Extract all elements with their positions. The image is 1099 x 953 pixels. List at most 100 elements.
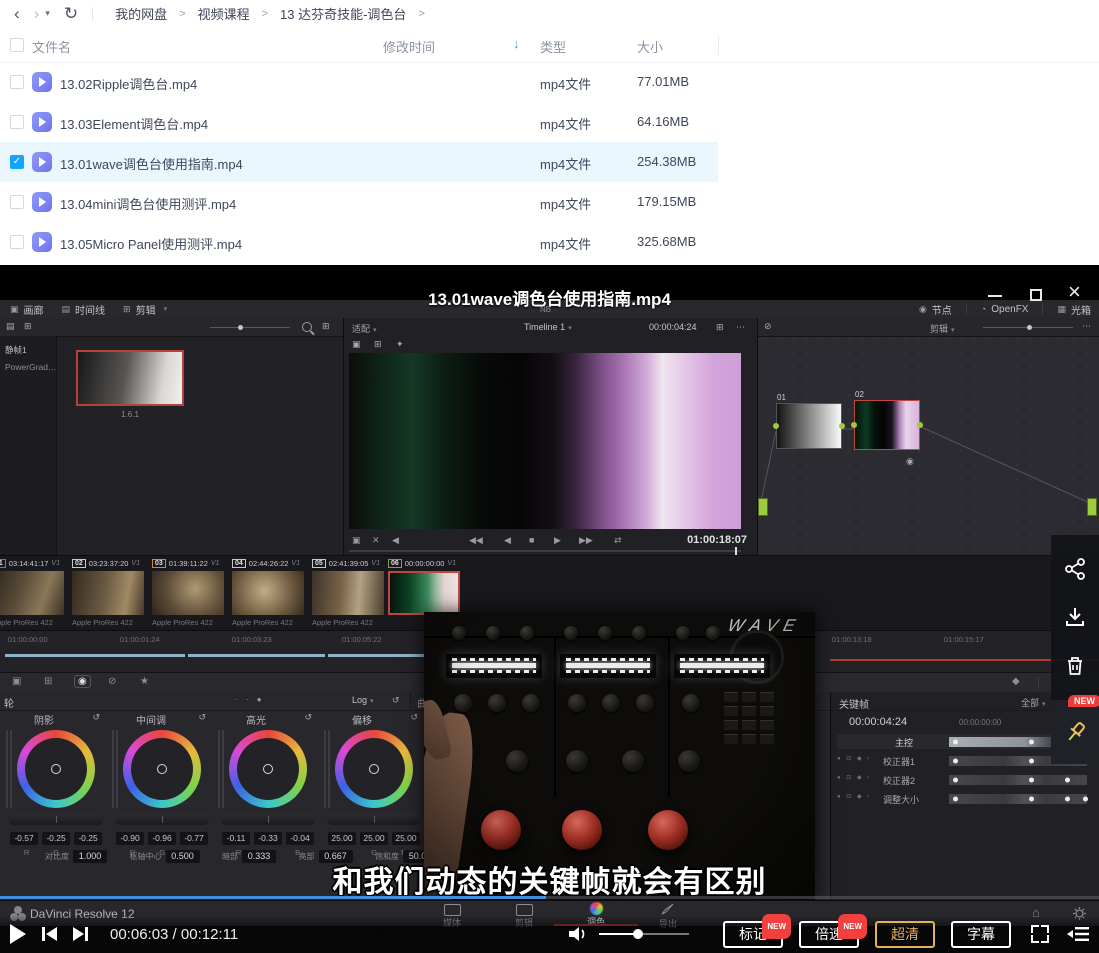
node-01: 01 [776,403,842,449]
back-button[interactable]: ‹ [14,5,20,22]
kf-row-corrector2: ● ⊡ ◆ › 校正器2 [837,772,1094,787]
file-row[interactable]: 13.02Ripple调色台.mp4 mp4文件 77.01MB [0,62,718,102]
quality-button[interactable]: 超清 [875,921,935,948]
row-checkbox[interactable] [10,235,24,249]
next-video-button[interactable] [73,927,88,941]
breadcrumb-my-drive[interactable]: 我的网盘 [115,4,167,23]
kf-row-icons: ● ⊡ ◆ › [837,793,871,800]
trash-icon[interactable] [1063,654,1087,678]
goto-end-icon: ▶▶ [579,535,593,546]
volume-slider[interactable] [599,933,689,935]
playlist-icon[interactable] [1067,926,1089,942]
led-display [446,654,542,678]
keyframes-filter-dropdown: 全部▾ [1021,696,1046,709]
breadcrumb-separator: > [418,8,424,20]
pin-tool[interactable]: NEW [1051,702,1099,764]
minimize-button[interactable] [988,295,1002,297]
previous-video-button[interactable] [42,927,57,941]
master-roller [9,814,103,825]
breadcrumb-separator: > [262,8,268,20]
maximize-button[interactable] [1030,289,1042,301]
file-row[interactable]: 13.05Micro Panel使用测评.mp4 mp4文件 325.68MB [0,222,718,262]
color-wheel [229,730,307,808]
file-name[interactable]: 13.01wave调色台使用指南.mp4 [60,154,243,173]
captions-button[interactable]: 字幕 [951,921,1011,948]
deliver-page-icon [661,903,675,915]
file-row-selected[interactable]: ✓ 13.01wave调色台使用指南.mp4 mp4文件 254.38MB [0,142,718,182]
new-badge: NEW [762,914,791,939]
ruler-tick: 01:00:01:24 [120,635,160,644]
ruler-tick: 01:00:00:00 [8,635,48,644]
viewer-expand-icon: ⊞ [716,322,724,333]
row-checkbox[interactable] [10,75,24,89]
column-filename[interactable]: 文件名 [32,37,71,56]
output-node [1087,498,1097,516]
sort-descending-icon[interactable]: ↓ [513,36,520,51]
select-all-checkbox[interactable] [10,38,24,52]
source-node [758,498,768,516]
video-file-icon [32,192,52,212]
wheels-reset-icon: ↺ [392,695,400,706]
video-file-icon [32,72,52,92]
file-name[interactable]: 13.02Ripple调色台.mp4 [60,74,197,93]
ruler-tick: 01:00:05:22 [342,635,382,644]
file-name[interactable]: 13.04mini调色台使用测评.mp4 [60,194,236,213]
breadcrumb-current-folder[interactable]: 13 达芬奇技能-调色台 [280,4,406,23]
forward-button[interactable]: › [34,5,40,22]
gallery-grab-icon: ⊞ [24,321,32,332]
file-size: 179.15MB [637,194,696,209]
star-icon: ★ [140,676,149,687]
color-wheel [17,730,95,808]
node-more-icon: ⋯ [1082,321,1091,332]
reset-icon: ↺ [92,712,100,723]
viewer-image [349,353,741,529]
row-checkbox[interactable] [10,115,24,129]
mark-button[interactable]: 标记NEW [723,921,783,948]
file-row[interactable]: 13.04mini调色台使用测评.mp4 mp4文件 179.15MB [0,182,718,222]
led-display [674,654,770,678]
share-icon[interactable] [1063,557,1087,581]
play-button[interactable] [10,924,26,944]
download-icon[interactable] [1063,605,1087,629]
history-dropdown-icon[interactable]: ▾ [45,9,50,18]
column-type[interactable]: 类型 [540,37,566,56]
row-checkbox[interactable] [10,195,24,209]
keyframe-start-timecode: 00:00:00:00 [959,718,1001,727]
player-controls: 00:06:03 / 00:12:11 标记NEW 倍速NEW 超清 字幕 [0,915,1099,953]
viewer-bottom-timecode: 01:00:18:07 [687,534,747,546]
file-name[interactable]: 13.05Micro Panel使用测评.mp4 [60,234,242,253]
row-checkbox-checked[interactable]: ✓ [10,155,24,169]
fit-dropdown: 适配▾ [352,322,377,335]
refresh-icon[interactable]: ↻ [64,5,78,22]
bypass-icon: ⊘ [764,321,772,332]
trackball [481,810,521,850]
timeline-dropdown: Timeline 1▾ [524,322,572,332]
speed-button[interactable]: 倍速NEW [799,921,859,948]
ruler-tick: 01:00:03:23 [232,635,272,644]
seek-bar[interactable] [0,896,1099,899]
file-size: 64.16MB [637,114,689,129]
kf-row-sizing: ● ⊡ ◆ › 调整大小 [837,791,1094,806]
file-name[interactable]: 13.03Element调色台.mp4 [60,114,208,133]
fullscreen-icon[interactable] [1031,925,1049,943]
close-button[interactable]: × [1068,281,1081,303]
pin-icon[interactable] [1061,719,1089,747]
viewer-overlay-icon: ▣ [352,535,361,546]
keyframe-diamond-icon: ◆ [1012,676,1020,687]
column-modified[interactable]: 修改时间 [383,37,435,56]
viewer-more-icon: ⋯ [736,322,745,333]
trackball [562,810,602,850]
color-page-icon [590,902,603,915]
resolve-gallery-panel: ▤ ⊞ ⊞ 静帧1 PowerGrad… 1.6.1 [0,318,344,555]
led-display [560,654,656,678]
keyframes-title: 关键帧 [839,696,869,711]
file-type: mp4文件 [540,154,591,173]
jog-dial [730,630,784,684]
volume-icon[interactable] [567,924,589,944]
breadcrumb-video-course[interactable]: 视频课程 [198,4,250,23]
resolve-node-graph: ⊘ 剪辑▾ ⋯ 01 02 ◉ [758,318,1099,555]
camera-raw-icon: ▣ [12,676,21,687]
viewer-timecode: 00:00:04:24 [649,322,697,332]
column-size[interactable]: 大小 [637,37,663,56]
file-row[interactable]: 13.03Element调色台.mp4 mp4文件 64.16MB [0,102,718,142]
